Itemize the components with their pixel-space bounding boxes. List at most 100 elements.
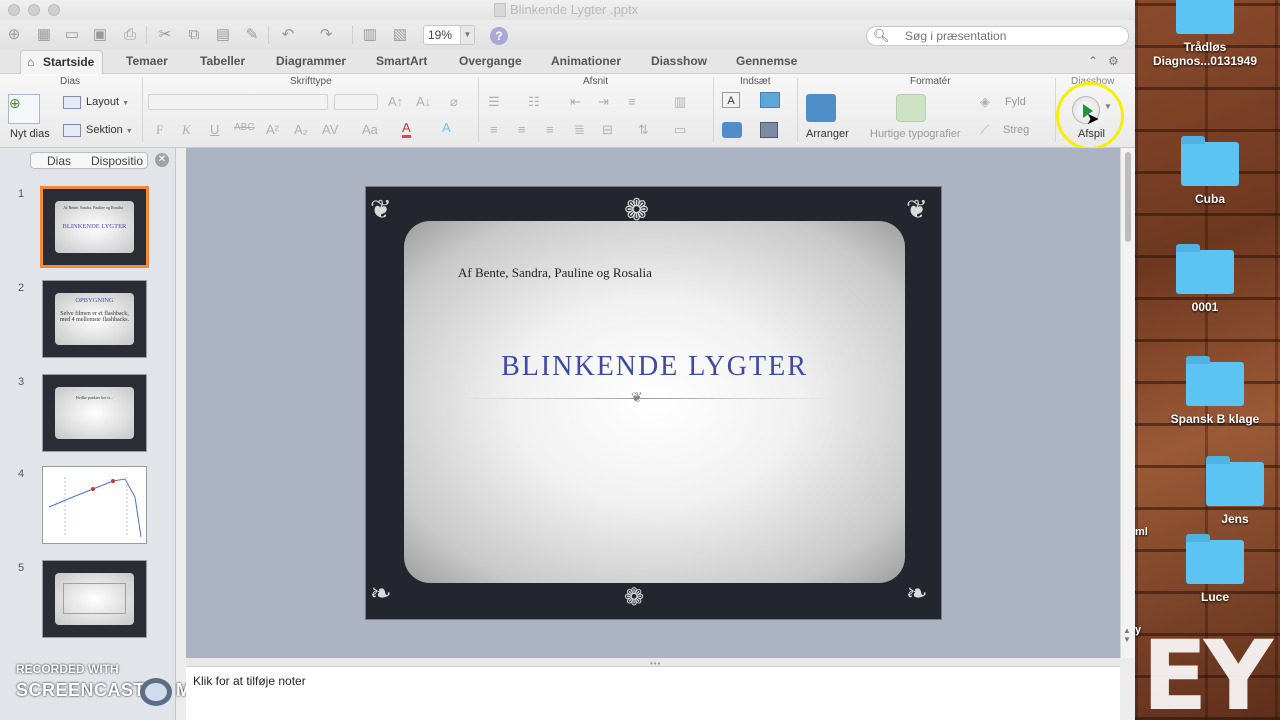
tab-tabeller[interactable]: Tabeller <box>200 54 245 68</box>
desktop-folder-tradlos[interactable]: Trådløs Diagnos...0131949 <box>1145 0 1265 68</box>
layout-button[interactable]: Layout ▼ <box>86 96 129 108</box>
char-spacing-icon[interactable]: AV <box>322 122 338 137</box>
tab-gennemse[interactable]: Gennemse <box>736 54 797 68</box>
slide-thumbnail-3[interactable]: Hvilke punkter har vi... <box>42 374 147 452</box>
chevron-down-icon[interactable]: ▼ <box>460 26 474 44</box>
change-case-icon[interactable]: Aa <box>362 122 378 137</box>
desktop-folder-luce[interactable]: Luce <box>1155 534 1275 604</box>
align-right-icon[interactable]: ≡ <box>546 122 554 137</box>
line-button[interactable]: Streg <box>1003 124 1029 136</box>
ornament-bottom-left-icon: ❧ <box>370 579 392 609</box>
increase-indent-icon[interactable]: ⇥ <box>598 94 609 110</box>
help-icon[interactable]: ? <box>490 27 508 45</box>
save-icon[interactable]: ▣ <box>90 26 110 44</box>
search-box[interactable]: 🔍︎ <box>866 26 1129 46</box>
bullets-icon[interactable]: ☰ <box>488 94 500 110</box>
text-effects-icon[interactable]: A <box>442 120 451 135</box>
format-painter-icon[interactable]: ✎ <box>242 26 262 44</box>
tab-animationer[interactable]: Animationer <box>551 54 621 68</box>
italic-button[interactable]: K <box>182 122 191 138</box>
slide-title[interactable]: BLINKENDE LYGTER <box>366 351 941 383</box>
bold-button[interactable]: F <box>156 122 163 138</box>
notes-placeholder[interactable]: Klik for at tilføje noter <box>193 674 306 688</box>
desktop-background: Trådløs Diagnos...0131949 Cuba 0001 Span… <box>1135 0 1280 720</box>
justify-icon[interactable]: ≣ <box>574 122 585 138</box>
picture-icon[interactable] <box>760 92 780 108</box>
tab-diasshow[interactable]: Diasshow <box>651 54 707 68</box>
line-spacing-icon[interactable]: ≡ <box>628 94 636 109</box>
fill-button[interactable]: Fyld <box>1005 96 1026 108</box>
notes-pane[interactable]: Klik for at tilføje noter <box>186 666 1120 720</box>
desktop-folder-0001[interactable]: 0001 <box>1145 244 1265 314</box>
tab-outline[interactable]: Dispositio <box>91 154 143 168</box>
decrease-indent-icon[interactable]: ⇤ <box>570 94 581 110</box>
slide-thumbnail-2[interactable]: OPBYGNING Selve filmen er et flashback, … <box>42 280 147 358</box>
new-slide-button[interactable]: Nyt dias <box>10 128 50 140</box>
desktop-folder-spansk[interactable]: Spansk B klage <box>1155 356 1275 426</box>
new-icon[interactable]: ⊕ <box>4 26 24 44</box>
close-window-button[interactable] <box>8 4 20 16</box>
section-button[interactable]: Sektion ▼ <box>86 124 133 136</box>
tab-temaer[interactable]: Temaer <box>126 54 168 68</box>
font-color-icon[interactable]: A <box>402 120 411 138</box>
paste-icon[interactable]: ▤ <box>213 26 233 44</box>
font-name-select[interactable] <box>148 94 328 110</box>
print-icon[interactable]: ⎙ <box>120 26 140 44</box>
slide-thumbnail-5[interactable] <box>42 560 147 638</box>
tab-startside[interactable]: ⌂ Startside <box>20 50 104 74</box>
text-box-icon[interactable]: A <box>722 92 740 108</box>
fill-icon[interactable]: ◈ <box>980 94 990 110</box>
quick-styles-button[interactable]: Hurtige typografier <box>870 128 961 140</box>
distributed-icon[interactable]: ⊟ <box>602 122 613 138</box>
page-nav-arrows-icon[interactable]: ▲ ▼ <box>1123 626 1131 644</box>
zoom-select[interactable]: 19% ▼ <box>423 25 475 45</box>
line-icon[interactable]: ⟋ <box>980 122 989 138</box>
current-slide[interactable]: ❦ ❁ ❦ ❧ ❁ ❧ Af Bente, Sandra, Pauline og… <box>365 186 942 620</box>
copy-icon[interactable]: ⧉ <box>184 26 204 44</box>
align-left-icon[interactable]: ≡ <box>490 122 498 137</box>
underline-icon[interactable]: U <box>210 122 219 137</box>
align-center-icon[interactable]: ≡ <box>518 122 526 137</box>
strikethrough-icon[interactable]: ABC <box>234 122 255 133</box>
shapes-icon[interactable] <box>722 122 742 138</box>
tab-diagrammer[interactable]: Diagrammer <box>276 54 346 68</box>
slide-subtitle[interactable]: Af Bente, Sandra, Pauline og Rosalia <box>458 265 652 281</box>
superscript-icon[interactable]: A² <box>266 122 279 137</box>
vertical-scrollbar[interactable]: ▲ ▼ <box>1120 148 1135 658</box>
arrange-button[interactable]: Arranger <box>806 128 849 140</box>
media-icon[interactable] <box>760 122 778 138</box>
clear-formatting-icon[interactable]: ⌀ <box>450 94 458 110</box>
quick-styles-icon[interactable] <box>896 94 926 122</box>
text-direction-icon[interactable]: ⇅ <box>638 122 649 138</box>
redo-icon[interactable]: ↷ <box>316 26 336 44</box>
search-input[interactable] <box>905 29 1120 43</box>
columns-icon[interactable]: ▥ <box>674 94 686 110</box>
tab-slides[interactable]: Dias <box>47 154 71 168</box>
open-icon[interactable]: ▭ <box>62 26 82 44</box>
shrink-font-icon[interactable]: A↓ <box>416 94 431 109</box>
slide-thumbnail-4[interactable] <box>42 466 147 544</box>
tab-overgange[interactable]: Overgange <box>459 54 522 68</box>
tab-smartart[interactable]: SmartArt <box>376 54 427 68</box>
cut-icon[interactable]: ✂ <box>155 26 175 44</box>
templates-icon[interactable]: ▦ <box>34 26 54 44</box>
desktop-folder-jens[interactable]: Jens <box>1175 456 1280 526</box>
collapse-ribbon-icon[interactable]: ⌃ <box>1088 54 1098 68</box>
align-text-icon[interactable]: ▭ <box>674 122 686 138</box>
scroll-thumb[interactable] <box>1125 152 1131 242</box>
grow-font-icon[interactable]: A↑ <box>388 94 403 109</box>
minimize-window-button[interactable] <box>28 4 40 16</box>
arrange-icon[interactable] <box>806 94 836 122</box>
close-icon[interactable]: ✕ <box>155 153 169 167</box>
zoom-window-button[interactable] <box>48 4 60 16</box>
undo-icon[interactable]: ↶ <box>278 26 298 44</box>
media-browser-icon[interactable]: ▧ <box>390 26 410 44</box>
sidebar-toggle-icon[interactable]: ▥ <box>360 26 380 44</box>
subscript-icon[interactable]: A₂ <box>294 122 308 137</box>
font-size-select[interactable] <box>334 94 378 110</box>
desktop-folder-cuba[interactable]: Cuba <box>1150 136 1270 206</box>
slide-thumbnail-1[interactable]: Af Bente, Sandra, Pauline og Rosalia BLI… <box>40 186 149 268</box>
numbering-icon[interactable]: ☷ <box>528 94 540 110</box>
new-slide-icon[interactable]: ⊕ <box>8 94 40 124</box>
gear-icon[interactable]: ⚙ <box>1108 54 1119 68</box>
